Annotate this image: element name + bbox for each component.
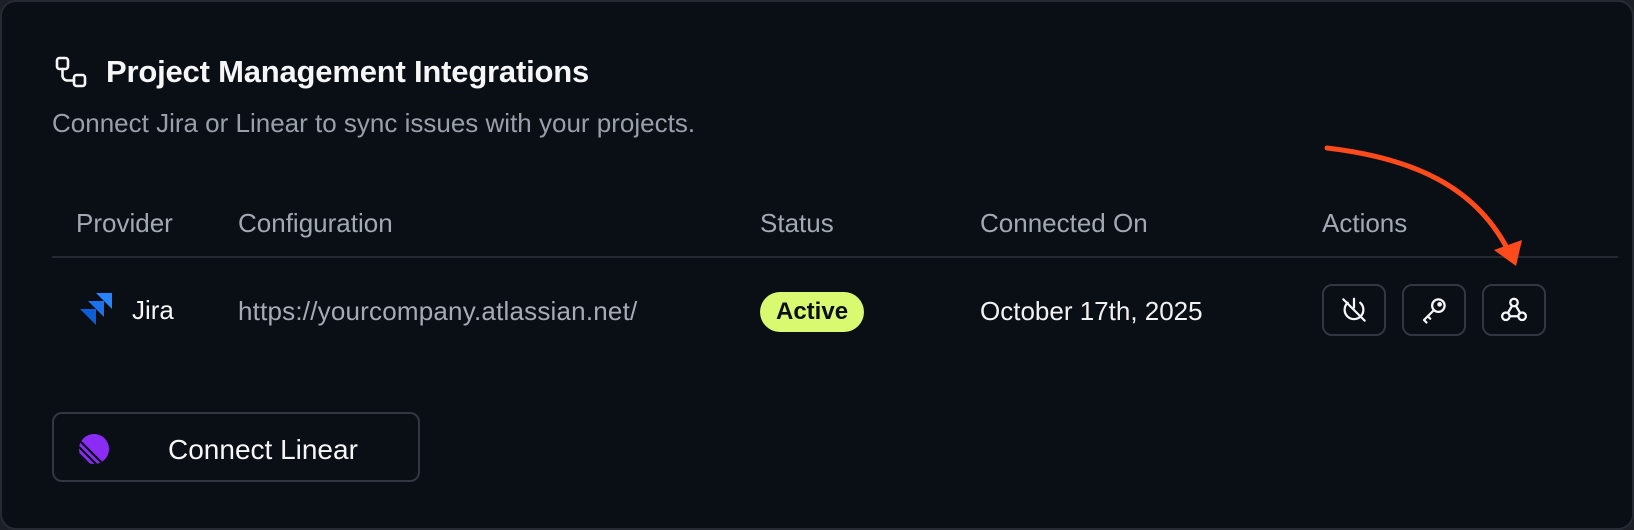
connect-linear-button[interactable]: Connect Linear [52, 412, 420, 482]
column-header-status: Status [760, 208, 834, 238]
api-key-button[interactable] [1402, 284, 1466, 336]
webhook-button[interactable] [1482, 284, 1546, 336]
disconnect-button[interactable] [1322, 284, 1386, 336]
configuration-url: https://yourcompany.atlassian.net/ [238, 296, 638, 326]
section-subtitle: Connect Jira or Linear to sync issues wi… [52, 108, 696, 138]
status-badge: Active [760, 292, 865, 332]
webhook-icon [1501, 297, 1527, 322]
connect-linear-label: Connect Linear [168, 434, 358, 465]
annotation-arrow [1324, 145, 1522, 266]
linear-logo [79, 434, 109, 464]
connected-on-date: October 17th, 2025 [980, 296, 1203, 326]
section-header: Project Management Integrations [54, 54, 589, 90]
provider-cell: Jira [76, 290, 174, 330]
column-header-configuration: Configuration [238, 208, 393, 238]
integrations-card: Project Management Integrations Connect … [0, 0, 1634, 530]
jira-logo [80, 293, 112, 325]
column-header-connected-on: Connected On [980, 208, 1148, 238]
integrations-icon [55, 56, 87, 88]
section-title: Project Management Integrations [106, 54, 590, 89]
disconnect-icon [1342, 297, 1366, 322]
key-icon [1422, 298, 1446, 324]
provider-name: Jira [132, 294, 174, 325]
column-header-provider: Provider [76, 208, 173, 238]
